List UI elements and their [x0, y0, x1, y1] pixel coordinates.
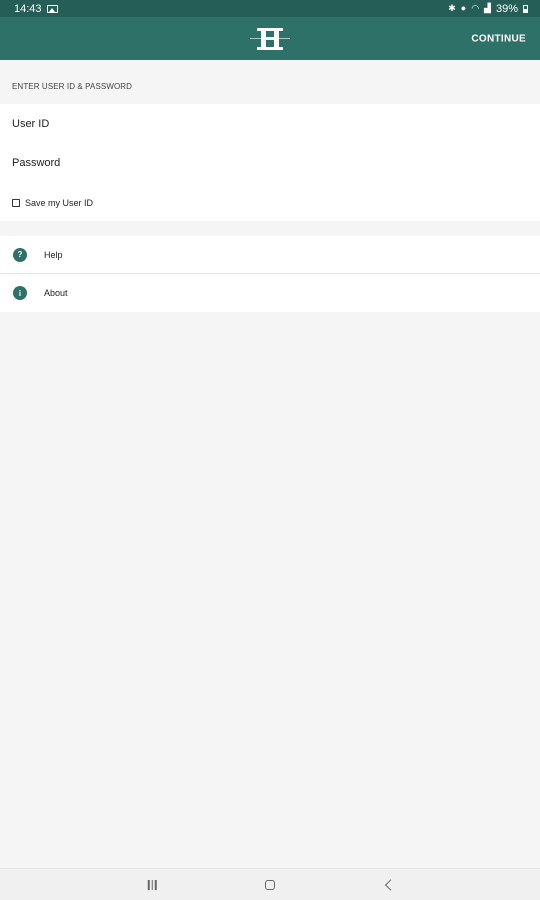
status-bar: 14:43 ✱ ● ◠ ▟ 39% — [0, 0, 540, 17]
menu-item-label: About — [44, 288, 68, 298]
recents-icon[interactable] — [147, 879, 157, 890]
menu-item-about[interactable]: i About — [0, 274, 540, 312]
system-nav-bar — [0, 868, 540, 900]
battery-icon — [523, 4, 528, 13]
save-user-id-label: Save my User ID — [25, 198, 94, 208]
home-icon[interactable] — [265, 879, 275, 890]
menu-list: ? Help i About — [0, 236, 540, 312]
location-icon: ● — [460, 3, 467, 13]
login-form: Save my User ID — [0, 104, 540, 221]
bank-logo-icon — [250, 27, 290, 50]
wifi-icon: ◠ — [471, 3, 480, 13]
image-icon — [46, 4, 58, 13]
app-bar: CONTINUE — [0, 17, 540, 60]
save-user-id-row[interactable]: Save my User ID — [12, 198, 93, 208]
user-id-input[interactable] — [12, 118, 512, 130]
signal-icon: ▟ — [484, 3, 491, 13]
menu-item-help[interactable]: ? Help — [0, 236, 540, 274]
help-icon: ? — [13, 247, 27, 262]
save-user-id-checkbox[interactable] — [12, 199, 20, 207]
menu-item-label: Help — [44, 249, 63, 260]
status-time: 14:43 — [14, 2, 42, 15]
info-icon: i — [13, 286, 27, 300]
login-section-label: ENTER USER ID & PASSWORD — [12, 82, 133, 91]
continue-button[interactable]: CONTINUE — [471, 33, 526, 44]
bluetooth-icon: ✱ — [448, 3, 456, 13]
password-input[interactable] — [12, 157, 512, 169]
battery-percent: 39% — [495, 2, 518, 15]
back-icon[interactable] — [384, 878, 397, 891]
